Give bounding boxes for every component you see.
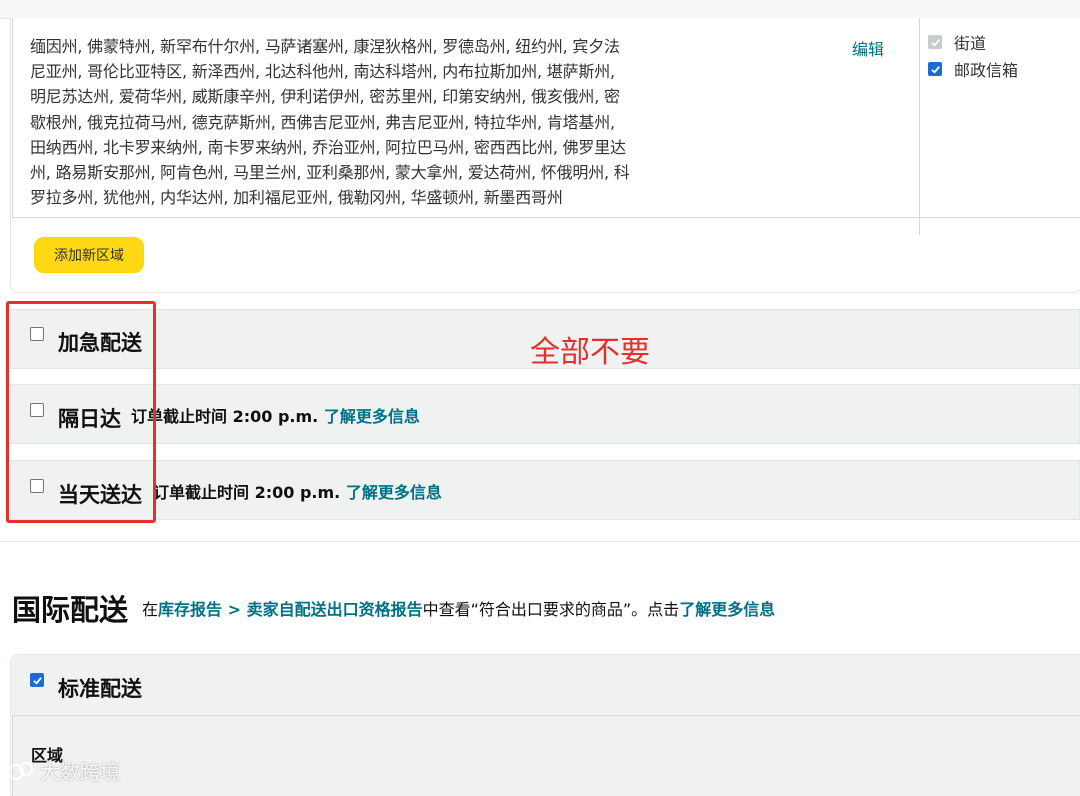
annotation-highlight-box xyxy=(6,301,156,523)
add-region-button[interactable]: 添加新区域 xyxy=(34,237,144,273)
states-line: 罗拉多州, 犹他州, 内华达州, 加利福尼亚州, 俄勒冈州, 华盛顿州, 新墨西… xyxy=(30,188,563,208)
learn-more-link[interactable]: 了解更多信息 xyxy=(324,407,420,426)
learn-more-link[interactable]: 了解更多信息 xyxy=(346,483,442,502)
check-icon xyxy=(32,676,42,685)
street-checkbox[interactable] xyxy=(928,35,942,49)
watermark-logo-icon xyxy=(8,761,33,780)
standard-shipping-checkbox[interactable] xyxy=(30,673,44,687)
international-description: 在库存报告 > 卖家自配送出口资格报告中查看“符合出口要求的商品”。点击了解更多… xyxy=(142,596,775,620)
address-type-po-box[interactable]: 邮政信箱 xyxy=(928,57,1018,81)
states-line: 歇根州, 俄克拉荷马州, 德克萨斯州, 西佛吉尼亚州, 弗吉尼亚州, 特拉华州,… xyxy=(30,112,615,132)
watermark: 大数跨境 xyxy=(8,756,120,785)
cutoff-text: 订单截止时间 2:00 p.m. xyxy=(131,407,319,426)
states-line: 明尼苏达州, 爱荷华州, 威斯康辛州, 伊利诺伊州, 密苏里州, 印第安纳州, … xyxy=(30,87,620,107)
street-label: 街道 xyxy=(954,34,987,53)
same-day-cutoff: 订单截止时间 2:00 p.m. 了解更多信息 xyxy=(153,479,442,503)
region-states-list: 缅因州, 佛蒙特州, 新罕布什尔州, 马萨诸塞州, 康涅狄格州, 罗德岛州, 纽… xyxy=(30,34,730,210)
check-icon xyxy=(930,38,940,47)
region-column-divider xyxy=(919,18,920,235)
section-divider xyxy=(0,541,1080,542)
international-shipping-title: 国际配送 xyxy=(12,593,129,627)
edit-region-link[interactable]: 编辑 xyxy=(852,36,884,60)
address-type-street[interactable]: 街道 xyxy=(928,30,986,54)
breadcrumb-arrow: > xyxy=(222,600,247,619)
po-box-label: 邮政信箱 xyxy=(954,61,1019,80)
desc-middle: 中查看“符合出口要求的商品”。点击 xyxy=(422,600,680,619)
check-icon xyxy=(930,65,940,74)
next-day-cutoff: 订单截止时间 2:00 p.m. 了解更多信息 xyxy=(131,403,420,427)
top-strip xyxy=(0,0,1080,19)
region-table-header xyxy=(12,715,1080,796)
po-box-checkbox[interactable] xyxy=(928,62,942,76)
states-line: 尼亚州, 哥伦比亚特区, 新泽西州, 北达科他州, 南达科塔州, 内布拉斯加州,… xyxy=(30,62,615,82)
states-line: 缅因州, 佛蒙特州, 新罕布什尔州, 马萨诸塞州, 康涅狄格州, 罗德岛州, 纽… xyxy=(30,37,620,56)
standard-shipping-header xyxy=(11,655,1080,715)
cutoff-text: 订单截止时间 2:00 p.m. xyxy=(153,483,341,502)
states-line: 田纳西州, 北卡罗来纳州, 南卡罗来纳州, 乔治亚州, 阿拉巴马州, 密西西比州… xyxy=(30,137,626,157)
export-eligibility-report-link[interactable]: 卖家自配送出口资格报告 xyxy=(247,600,423,619)
standard-shipping-label: 标准配送 xyxy=(58,677,142,701)
annotation-note: 全部不要 xyxy=(530,335,650,370)
desc-prefix: 在 xyxy=(142,600,159,619)
watermark-text: 大数跨境 xyxy=(40,760,120,784)
inventory-report-link[interactable]: 库存报告 xyxy=(158,600,222,619)
learn-more-link[interactable]: 了解更多信息 xyxy=(679,600,775,619)
states-line: 州, 路易斯安那州, 阿肯色州, 马里兰州, 亚利桑那州, 蒙大拿州, 爱达荷州… xyxy=(30,163,630,183)
